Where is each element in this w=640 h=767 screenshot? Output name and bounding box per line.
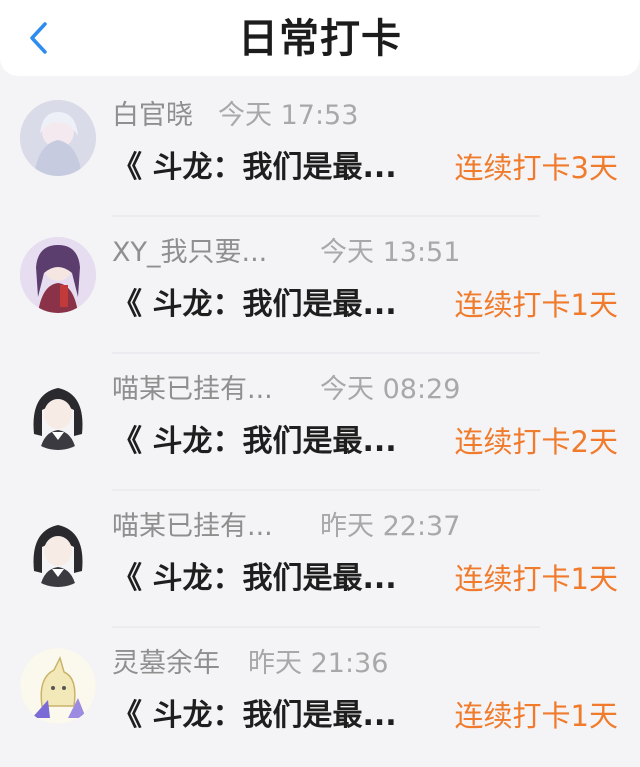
user-name: 灵墓余年	[112, 648, 220, 679]
book-title: 《 斗龙：我们是最...	[112, 424, 397, 459]
header-bar: 日常打卡	[0, 0, 640, 76]
book-title: 《 斗龙：我们是最...	[112, 150, 397, 185]
checkin-screen: 日常打卡 白官晓 今天 17:53 《 斗龙：我们是最... 连续打卡3天 XY…	[0, 0, 640, 767]
avatar-icon[interactable]	[20, 511, 96, 587]
checkin-time: 昨天 22:37	[320, 511, 461, 542]
streak-label: 连续打卡2天	[454, 425, 618, 459]
avatar-icon[interactable]	[20, 237, 96, 313]
streak-label: 连续打卡1天	[454, 288, 618, 322]
avatar-icon[interactable]	[20, 648, 96, 724]
book-title: 《 斗龙：我们是最...	[112, 287, 397, 322]
list-item[interactable]: 灵墓余年 昨天 21:36 《 斗龙：我们是最... 连续打卡1天	[0, 628, 640, 765]
checkin-time: 今天 17:53	[218, 100, 359, 131]
user-name: 喵某已挂有...	[112, 511, 273, 542]
book-title: 《 斗龙：我们是最...	[112, 561, 397, 596]
list-item[interactable]: XY_我只要... 今天 13:51 《 斗龙：我们是最... 连续打卡1天	[0, 217, 640, 354]
streak-label: 连续打卡1天	[454, 562, 618, 596]
list-item[interactable]: 喵某已挂有... 昨天 22:37 《 斗龙：我们是最... 连续打卡1天	[0, 491, 640, 628]
user-name: 白官晓	[112, 100, 193, 131]
user-name: XY_我只要...	[112, 237, 268, 268]
avatar-icon[interactable]	[20, 374, 96, 450]
checkin-time: 今天 08:29	[320, 374, 461, 405]
book-title: 《 斗龙：我们是最...	[112, 698, 397, 733]
streak-label: 连续打卡1天	[454, 699, 618, 733]
list-item[interactable]: 白官晓 今天 17:53 《 斗龙：我们是最... 连续打卡3天	[0, 80, 640, 217]
page-title: 日常打卡	[238, 16, 402, 62]
avatar-icon[interactable]	[20, 100, 96, 176]
user-name: 喵某已挂有...	[112, 374, 273, 405]
checkin-time: 昨天 21:36	[248, 648, 389, 679]
list-item[interactable]: 喵某已挂有... 今天 08:29 《 斗龙：我们是最... 连续打卡2天	[0, 354, 640, 491]
streak-label: 连续打卡3天	[454, 151, 618, 185]
checkin-time: 今天 13:51	[320, 237, 461, 268]
